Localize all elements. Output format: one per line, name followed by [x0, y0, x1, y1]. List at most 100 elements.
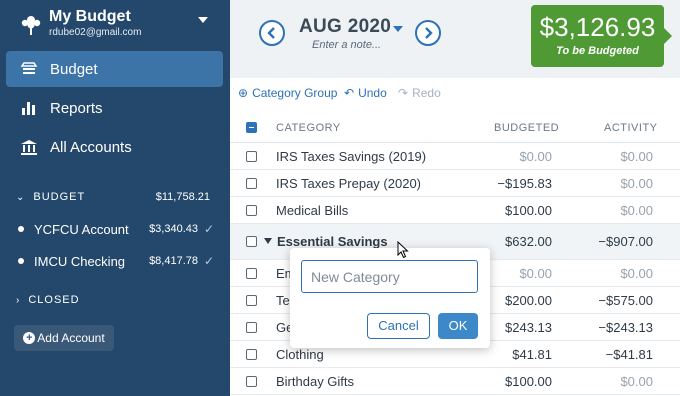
add-category-group-button[interactable]: ⊕ Category Group: [238, 86, 337, 100]
category-name[interactable]: Birthday Gifts: [276, 374, 354, 389]
category-group-name[interactable]: Essential Savings: [277, 234, 388, 249]
budgeted-value[interactable]: $41.81: [512, 347, 552, 362]
category-name[interactable]: IRS Taxes Prepay (2020): [276, 176, 421, 191]
budgeted-value[interactable]: $100.00: [505, 203, 552, 218]
row-checkbox[interactable]: [246, 151, 257, 162]
activity-value[interactable]: $0.00: [620, 374, 653, 389]
account-name: IMCU Checking: [34, 253, 126, 269]
account-item[interactable]: IMCU Checking $8,417.78 ✓: [18, 252, 218, 270]
activity-value[interactable]: $0.00: [620, 176, 653, 191]
chevron-down-icon[interactable]: [198, 17, 208, 23]
activity-value[interactable]: −$243.13: [598, 320, 653, 335]
budgeted-value[interactable]: $0.00: [519, 149, 552, 164]
redo-label: Redo: [412, 86, 441, 100]
category-row[interactable]: Birthday Gifts $100.00 $0.00: [230, 368, 680, 395]
activity-value[interactable]: $0.00: [620, 149, 653, 164]
previous-month-button[interactable]: [259, 20, 285, 46]
budgeted-value[interactable]: $243.13: [505, 320, 552, 335]
account-item[interactable]: YCFCU Account $3,340.43 ✓: [18, 220, 218, 238]
nav-reports[interactable]: Reports: [6, 90, 223, 126]
row-checkbox[interactable]: [246, 349, 257, 360]
plus-circle-icon: +: [23, 332, 36, 344]
nav-all-accounts[interactable]: All Accounts: [6, 129, 223, 165]
next-month-button[interactable]: [415, 20, 441, 46]
row-checkbox[interactable]: [246, 236, 257, 247]
budget-section-total: $11,758.21: [155, 191, 210, 203]
cancel-button[interactable]: Cancel: [367, 313, 430, 339]
column-activity: ACTIVITY: [604, 122, 658, 134]
tree-logo-icon: [21, 16, 41, 35]
to-be-budgeted-label: To be Budgeted: [556, 45, 639, 57]
column-budgeted: BUDGETED: [494, 122, 560, 134]
row-checkbox[interactable]: [246, 376, 257, 387]
category-group-label: Category Group: [252, 86, 338, 100]
reports-icon: [18, 98, 40, 118]
closed-accounts-header[interactable]: › CLOSED: [16, 294, 216, 306]
budget-icon: [18, 59, 40, 79]
plus-circle-icon: ⊕: [238, 86, 249, 100]
category-row[interactable]: IRS Taxes Savings (2019) $0.00 $0.00: [230, 143, 680, 170]
category-name[interactable]: Medical Bills: [276, 203, 348, 218]
bank-icon: [18, 137, 40, 157]
category-row[interactable]: IRS Taxes Prepay (2020) −$195.83 $0.00: [230, 170, 680, 197]
new-category-input[interactable]: [301, 260, 478, 293]
select-all-checkbox[interactable]: [246, 122, 257, 133]
mouse-pointer-icon: [397, 241, 409, 259]
chevron-right-icon: ›: [16, 294, 21, 306]
row-checkbox[interactable]: [246, 178, 257, 189]
category-name[interactable]: Clothing: [276, 347, 324, 362]
to-be-budgeted-amount: $3,126.93: [539, 12, 656, 42]
activity-value[interactable]: $0.00: [620, 266, 653, 281]
category-row[interactable]: Medical Bills $100.00 $0.00: [230, 197, 680, 224]
row-checkbox[interactable]: [246, 295, 257, 306]
new-category-popover: Cancel OK: [290, 248, 490, 348]
row-checkbox[interactable]: [246, 268, 257, 279]
collapse-triangle-icon[interactable]: [264, 238, 272, 244]
row-checkbox[interactable]: [246, 322, 257, 333]
chevron-down-icon: ⌄: [16, 191, 26, 203]
table-header: CATEGORY BUDGETED ACTIVITY: [230, 113, 680, 143]
account-balance: $8,417.78: [149, 255, 198, 267]
budget-accounts-header[interactable]: ⌄ BUDGET $11,758.21: [16, 191, 216, 203]
budgeted-value[interactable]: −$195.83: [497, 176, 552, 191]
activity-value[interactable]: −$575.00: [598, 293, 653, 308]
bullet-icon: [18, 226, 24, 232]
month-label[interactable]: AUG 2020: [299, 16, 391, 38]
nav-budget[interactable]: Budget: [6, 51, 223, 87]
budgeted-value[interactable]: $100.00: [505, 374, 552, 389]
budget-toolbar: ⊕ Category Group ↶ Undo ↷ Redo: [230, 78, 680, 108]
budgeted-value: $632.00: [505, 234, 552, 249]
to-be-budgeted-box[interactable]: $3,126.93 To be Budgeted: [531, 5, 664, 67]
nav-reports-label: Reports: [50, 99, 103, 117]
undo-icon: ↶: [344, 86, 355, 100]
nav-budget-label: Budget: [50, 60, 98, 78]
category-name[interactable]: IRS Taxes Savings (2019): [276, 149, 426, 164]
budgeted-value[interactable]: $200.00: [505, 293, 552, 308]
activity-value: −$907.00: [598, 234, 653, 249]
budget-section-label: BUDGET: [33, 191, 86, 203]
chevron-left-icon: [267, 27, 275, 39]
account-balance: $3,340.43: [149, 223, 198, 235]
undo-label: Undo: [358, 86, 387, 100]
budgeted-value[interactable]: $0.00: [519, 266, 552, 281]
row-checkbox[interactable]: [246, 205, 257, 216]
budget-header: AUG 2020 Enter a note... $3,126.93 To be…: [230, 0, 680, 78]
redo-button[interactable]: ↷ Redo: [398, 86, 441, 100]
checkmark-icon: ✓: [203, 222, 214, 236]
nav-all-accounts-label: All Accounts: [50, 138, 132, 156]
add-account-button[interactable]: + Add Account: [14, 325, 114, 351]
activity-value[interactable]: $0.00: [620, 203, 653, 218]
add-account-label: Add Account: [37, 331, 105, 345]
ok-button[interactable]: OK: [438, 313, 478, 339]
budget-switcher[interactable]: My Budget rdube02@gmail.com: [14, 8, 224, 44]
redo-icon: ↷: [398, 86, 409, 100]
sidebar: My Budget rdube02@gmail.com Budget Repor…: [0, 0, 230, 396]
month-dropdown-icon[interactable]: [393, 26, 403, 32]
account-name: YCFCU Account: [34, 221, 129, 237]
category-name[interactable]: Te: [276, 293, 290, 308]
activity-value[interactable]: −$41.81: [606, 347, 653, 362]
month-note-input[interactable]: Enter a note...: [312, 39, 381, 51]
column-category: CATEGORY: [276, 122, 341, 134]
undo-button[interactable]: ↶ Undo: [344, 86, 387, 100]
closed-label: CLOSED: [28, 294, 80, 306]
